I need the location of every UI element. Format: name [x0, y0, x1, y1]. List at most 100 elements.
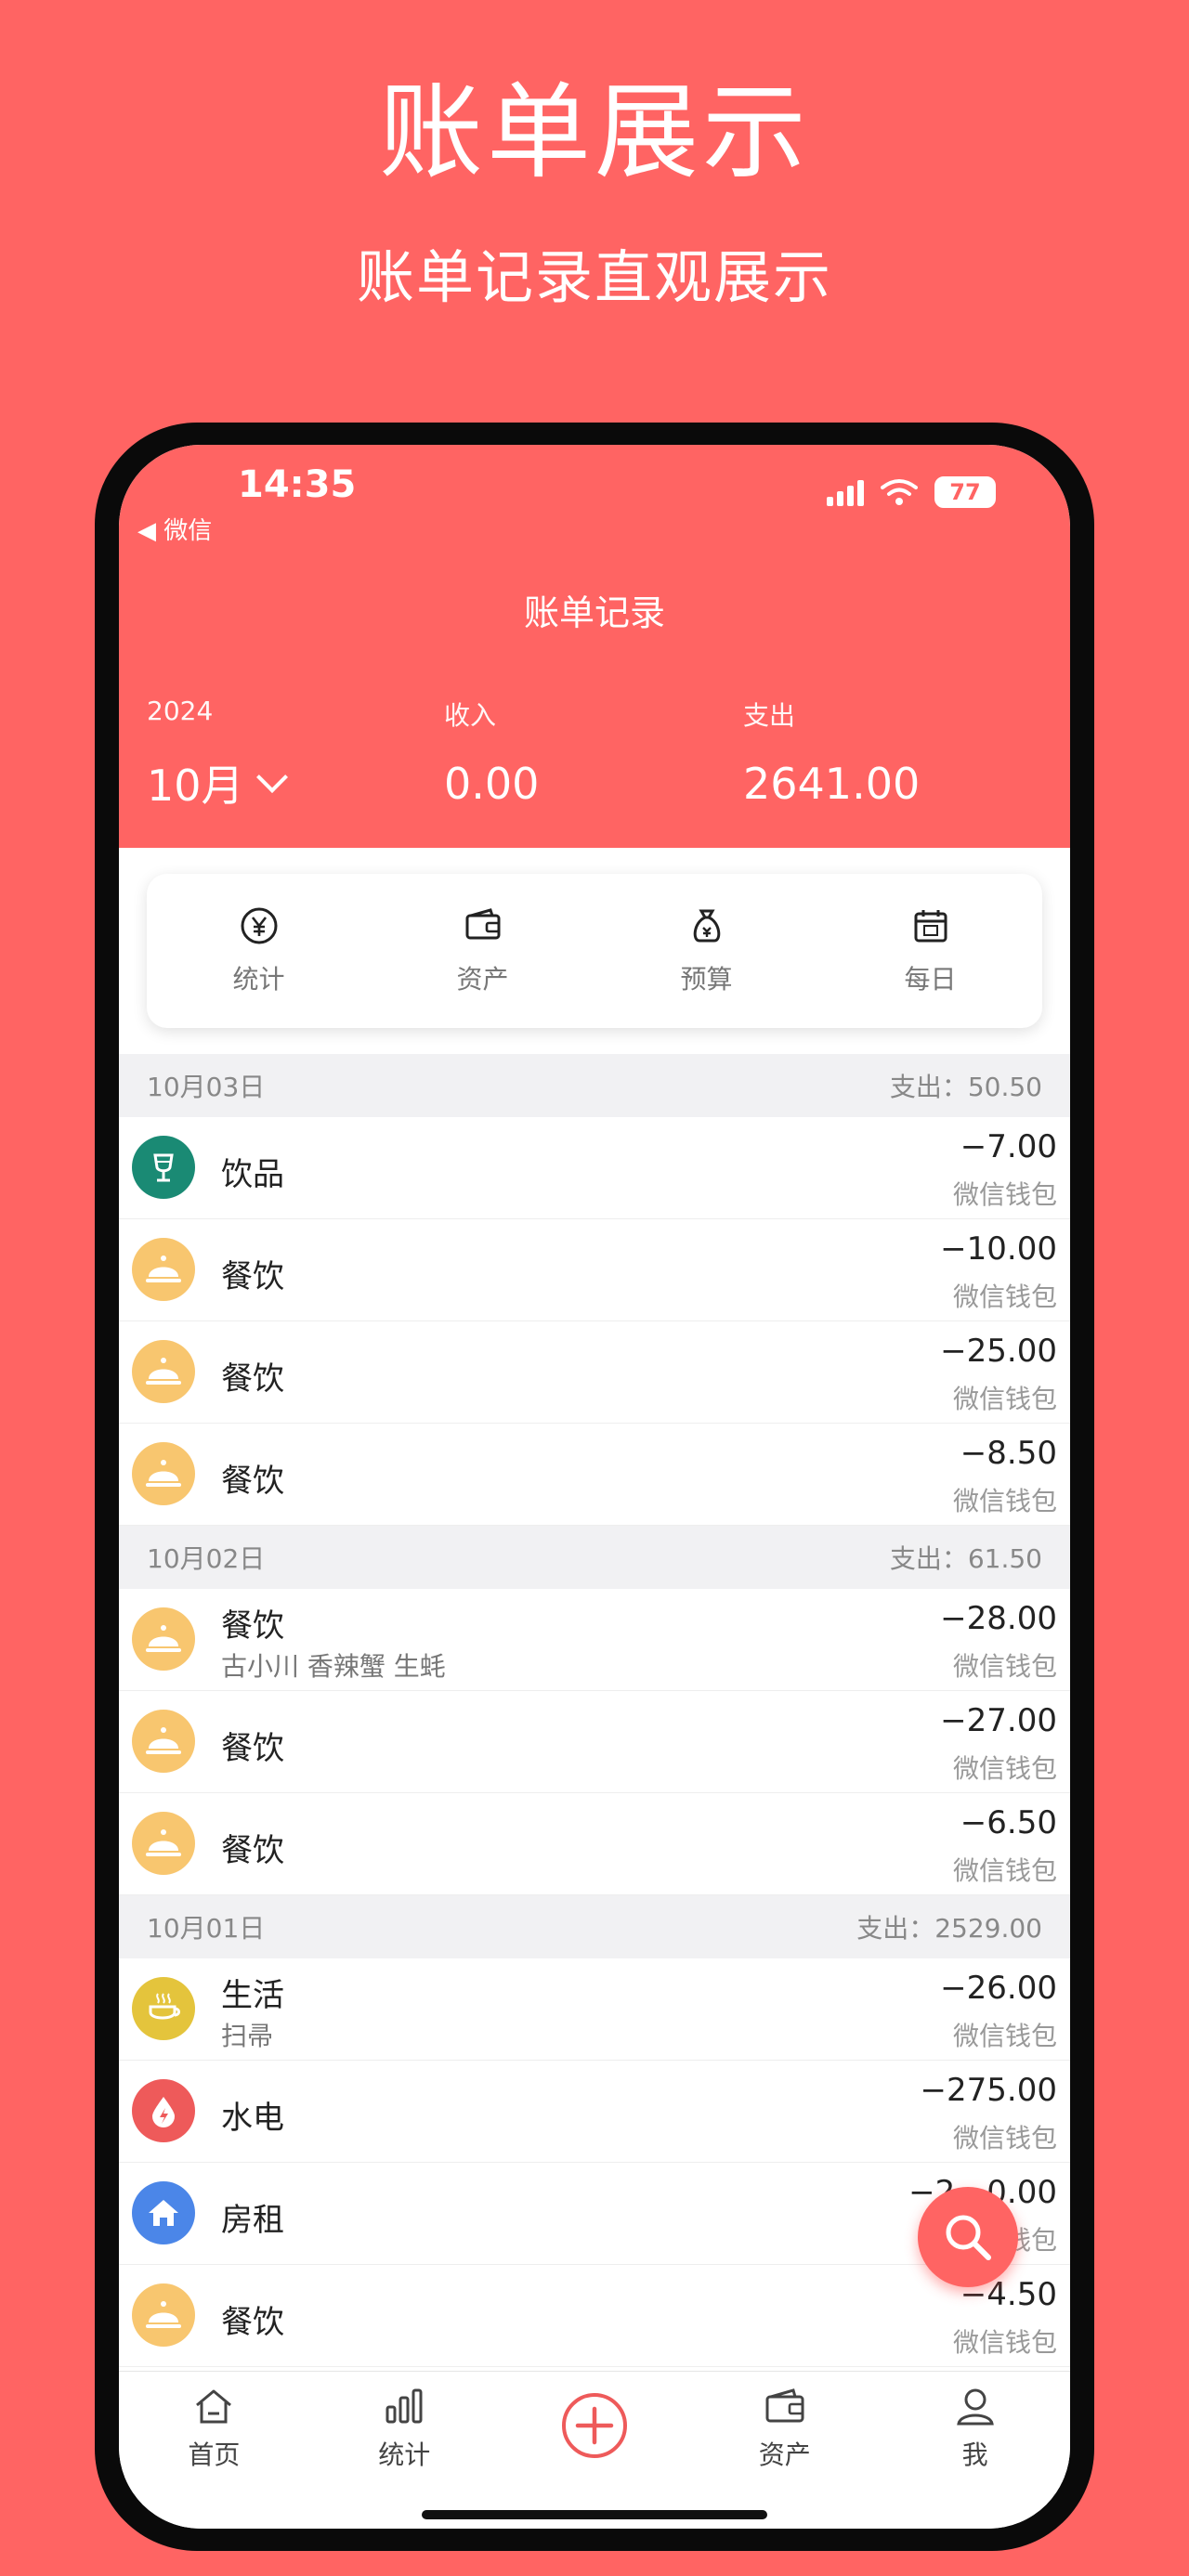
chevron-down-icon [255, 761, 288, 793]
calendar-icon [914, 910, 947, 943]
day-header: 10月03日 支出：50.50 [119, 1054, 1070, 1117]
add-circle-icon [561, 2393, 627, 2458]
bill-amount: −27.00 [940, 1702, 1057, 1739]
day-date: 10月03日 [147, 1072, 266, 1102]
category-name: 水电 [221, 2100, 284, 2137]
tab-stats-label: 统计 [378, 2439, 431, 2470]
phone-frame: 14:35 ◀ 微信 77 账单记录 2024 10月 收入 0.00 支出 2… [95, 423, 1094, 2551]
header: 14:35 ◀ 微信 77 账单记录 2024 10月 收入 0.00 支出 2… [119, 445, 1070, 848]
category-name: 餐饮 [221, 1463, 284, 1500]
back-to-wechat[interactable]: ◀ 微信 [137, 512, 212, 546]
income-summary: 收入 0.00 [444, 696, 539, 809]
quick-actions: 统计 资产 预算 每日 [147, 874, 1042, 1028]
bill-account: 微信钱包 [952, 1753, 1057, 1784]
bill-amount: −7.00 [960, 1128, 1057, 1165]
quick-daily-label: 每日 [904, 964, 957, 995]
bill-note: 扫帚 [221, 2021, 274, 2051]
tab-assets-label: 资产 [758, 2439, 811, 2470]
expense-label: 支出 [743, 700, 796, 731]
tab-bar: 首页 统计 资产 我 [119, 2371, 1070, 2529]
category-name: 餐饮 [221, 1730, 284, 1767]
money-bag-icon [693, 909, 720, 943]
quick-stats[interactable]: 统计 [147, 874, 371, 1028]
bill-row[interactable]: 生活 扫帚 −26.00 微信钱包 [119, 1958, 1070, 2061]
category-name: 餐饮 [221, 1258, 284, 1295]
status-indicators: 77 [827, 476, 996, 508]
quick-stats-label: 统计 [232, 964, 285, 995]
bill-row[interactable]: 餐饮 −27.00 微信钱包 [119, 1691, 1070, 1793]
category-name: 生活 [221, 1977, 284, 2014]
wallet-icon [465, 908, 500, 940]
bill-account: 微信钱包 [952, 2123, 1057, 2153]
tab-stats[interactable]: 统计 [309, 2372, 500, 2529]
promo-title: 账单展示 [379, 72, 810, 193]
bill-account: 微信钱包 [952, 1651, 1057, 1682]
quick-assets-label: 资产 [456, 964, 509, 995]
page-title: 账单记录 [523, 592, 665, 633]
drink-icon [132, 1136, 195, 1199]
income-value: 0.00 [444, 759, 540, 809]
bar-chart-icon [385, 2388, 423, 2424]
dining-cloche-icon [132, 1238, 195, 1301]
day-total: 支出：50.50 [889, 1072, 1042, 1102]
status-time: 14:35 [238, 463, 357, 506]
tab-home-label: 首页 [188, 2439, 241, 2470]
bill-row[interactable]: 餐饮 −8.50 微信钱包 [119, 1424, 1070, 1526]
month-picker[interactable]: 2024 10月 [147, 696, 288, 813]
month-label: 10月 [147, 761, 244, 811]
promo-subtitle: 账单记录直观展示 [356, 243, 832, 311]
income-label: 收入 [444, 700, 497, 731]
bill-account: 微信钱包 [952, 2021, 1057, 2051]
bill-amount: −10.00 [940, 1230, 1057, 1268]
tab-home[interactable]: 首页 [119, 2372, 309, 2529]
category-name: 餐饮 [221, 1607, 284, 1645]
category-name: 饮品 [221, 1156, 284, 1193]
quick-budget-label: 预算 [680, 964, 733, 995]
day-header: 10月01日 支出：2529.00 [119, 1895, 1070, 1958]
quick-daily[interactable]: 每日 [818, 874, 1042, 1028]
tab-me[interactable]: 我 [880, 2372, 1070, 2529]
bill-account: 微信钱包 [952, 1281, 1057, 1312]
bill-row[interactable]: 餐饮 −25.00 微信钱包 [119, 1321, 1070, 1424]
tab-add[interactable] [500, 2372, 690, 2529]
bill-amount: −6.50 [960, 1804, 1057, 1841]
coffee-cup-icon [132, 1977, 195, 2040]
home-indicator [422, 2510, 767, 2519]
bill-row[interactable]: 水电 −275.00 微信钱包 [119, 2061, 1070, 2163]
bill-account: 微信钱包 [952, 1486, 1057, 1516]
user-icon [956, 2388, 994, 2426]
bill-account: 微信钱包 [952, 2327, 1057, 2358]
expense-summary: 支出 2641.00 [743, 696, 920, 809]
category-name: 房租 [221, 2202, 284, 2239]
quick-assets[interactable]: 资产 [371, 874, 594, 1028]
signal-icon [827, 478, 864, 506]
dining-cloche-icon [132, 1442, 195, 1505]
bill-account: 微信钱包 [952, 1179, 1057, 1210]
dining-cloche-icon [132, 1607, 195, 1671]
tab-me-label: 我 [961, 2439, 988, 2470]
day-header: 10月02日 支出：61.50 [119, 1526, 1070, 1589]
home-icon [196, 2389, 232, 2424]
category-name: 餐饮 [221, 1360, 284, 1398]
bill-row[interactable]: 餐饮 −4.50 微信钱包 [119, 2265, 1070, 2367]
search-button[interactable] [918, 2187, 1018, 2287]
bill-row[interactable]: 饮品 −7.00 微信钱包 [119, 1117, 1070, 1219]
house-icon [132, 2181, 195, 2244]
bill-row[interactable]: 餐饮 −6.50 微信钱包 [119, 1793, 1070, 1895]
bill-amount: −8.50 [960, 1435, 1057, 1472]
quick-budget[interactable]: 预算 [594, 874, 818, 1028]
bill-note: 古小川 香辣蟹 生蚝 [221, 1651, 446, 1682]
day-total: 支出：2529.00 [856, 1913, 1042, 1944]
bill-row[interactable]: 餐饮 −10.00 微信钱包 [119, 1219, 1070, 1321]
tab-assets[interactable]: 资产 [689, 2372, 880, 2529]
bill-row[interactable]: 餐饮 古小川 香辣蟹 生蚝 −28.00 微信钱包 [119, 1589, 1070, 1691]
year-label: 2024 [147, 696, 214, 726]
yen-circle-icon [241, 907, 277, 944]
day-date: 10月01日 [147, 1913, 266, 1944]
day-total: 支出：61.50 [889, 1543, 1042, 1574]
dining-cloche-icon [132, 1812, 195, 1875]
bill-account: 微信钱包 [952, 1855, 1057, 1886]
bill-list: 10月03日 支出：50.50 饮品 −7.00 微信钱包 餐饮 −10.00 微信钱包 餐饮 −… [119, 1054, 1070, 2367]
bill-amount: −275.00 [920, 2072, 1057, 2109]
category-name: 餐饮 [221, 2304, 284, 2341]
